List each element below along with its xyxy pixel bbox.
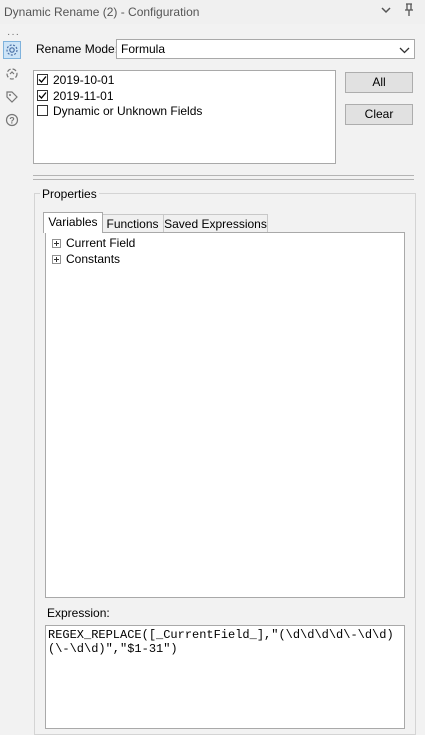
title-bar: Dynamic Rename (2) - Configuration <box>0 0 425 24</box>
chevron-down-icon <box>399 44 410 58</box>
tree-node-label: Current Field <box>66 236 136 250</box>
tab-saved-expressions[interactable]: Saved Expressions <box>163 214 268 233</box>
tree-node[interactable]: Constants <box>52 252 120 266</box>
divider[interactable] <box>33 179 414 180</box>
left-icon-strip: ··· ? <box>0 24 24 727</box>
gear-icon[interactable] <box>3 41 21 59</box>
checkbox-checked[interactable] <box>37 74 48 85</box>
checkbox-unchecked[interactable] <box>37 105 48 116</box>
rename-mode-value: Formula <box>121 42 166 56</box>
expression-editor[interactable]: REGEX_REPLACE([_CurrentField_],"(\d\d\d\… <box>45 625 405 729</box>
help-icon[interactable]: ? <box>3 111 21 129</box>
expand-icon[interactable] <box>52 254 61 264</box>
field-item[interactable]: 2019-10-01 <box>37 72 114 87</box>
field-item[interactable]: 2019-11-01 <box>37 88 114 103</box>
rename-mode-select[interactable]: Formula <box>116 39 415 59</box>
divider <box>33 175 414 176</box>
chevron-down-icon[interactable] <box>380 4 392 19</box>
field-label: 2019-10-01 <box>53 72 115 87</box>
expression-label: Expression: <box>47 606 110 620</box>
field-list[interactable]: 2019-10-01 2019-11-01 Dynamic or Unknown… <box>33 70 336 164</box>
field-label: Dynamic or Unknown Fields <box>53 103 203 118</box>
tag-icon[interactable] <box>3 88 21 106</box>
tree-node[interactable]: Current Field <box>52 236 135 250</box>
svg-text:?: ? <box>9 116 15 126</box>
window-title: Dynamic Rename (2) - Configuration <box>4 5 200 19</box>
refresh-icon[interactable] <box>3 65 21 83</box>
tab-functions[interactable]: Functions <box>101 214 164 233</box>
clear-button[interactable]: Clear <box>345 104 413 125</box>
properties-legend: Properties <box>40 187 99 201</box>
variables-tree[interactable]: Current Field Constants <box>45 232 405 598</box>
tree-node-label: Constants <box>66 252 121 266</box>
tab-variables[interactable]: Variables <box>43 212 103 233</box>
field-label: 2019-11-01 <box>53 88 114 103</box>
more-icon: ··· <box>7 29 20 40</box>
pin-icon[interactable] <box>403 3 415 20</box>
all-button[interactable]: All <box>345 72 413 93</box>
rename-mode-label: Rename Mode: <box>36 42 119 56</box>
field-item[interactable]: Dynamic or Unknown Fields <box>37 103 202 118</box>
expand-icon[interactable] <box>52 238 61 248</box>
checkbox-checked[interactable] <box>37 90 48 101</box>
